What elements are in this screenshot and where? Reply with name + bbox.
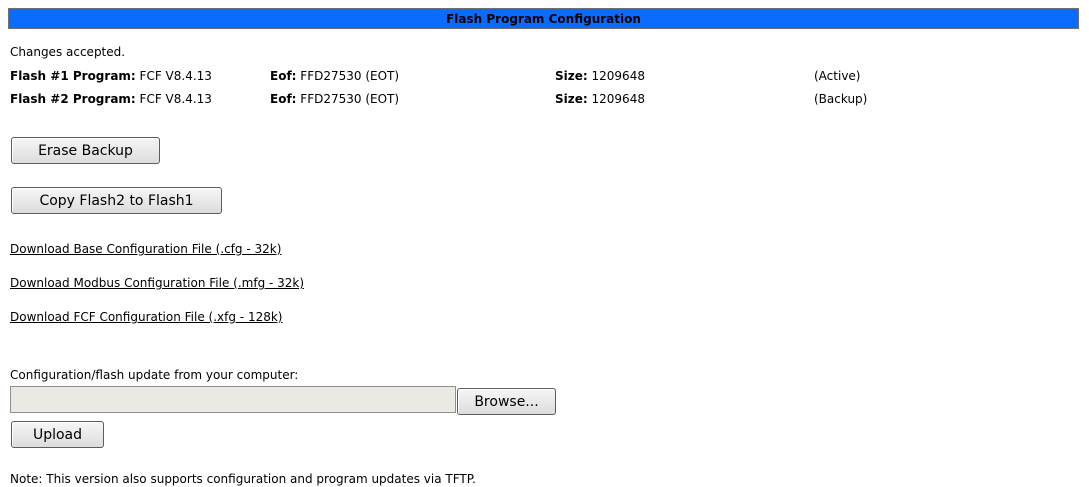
update-label: Configuration/flash update from your com… [10, 368, 299, 382]
flash-row-1: Flash #1 Program: FCF V8.4.13 Eof: FFD27… [10, 69, 1070, 85]
flash-1-eof-value: FFD27530 (EOT) [300, 69, 400, 83]
download-fcf-config-link[interactable]: Download FCF Configuration File (.xfg - … [10, 310, 282, 324]
flash-2-eof: Eof: FFD27530 (EOT) [270, 92, 399, 106]
status-message: Changes accepted. [10, 45, 126, 59]
flash-2-state: (Backup) [814, 92, 868, 106]
tftp-note: Note: This version also supports configu… [10, 472, 476, 486]
flash-2-size: Size: 1209648 [555, 92, 645, 106]
file-path-input[interactable] [10, 386, 456, 413]
flash-2-program: Flash #2 Program: FCF V8.4.13 [10, 92, 212, 106]
browse-button[interactable]: Browse... [457, 388, 556, 415]
flash-2-program-label: Flash #2 Program: [10, 92, 136, 106]
flash-2-eof-value: FFD27530 (EOT) [300, 92, 400, 106]
flash-1-size: Size: 1209648 [555, 69, 645, 83]
flash-row-2: Flash #2 Program: FCF V8.4.13 Eof: FFD27… [10, 92, 1070, 108]
flash-1-program-label: Flash #1 Program: [10, 69, 136, 83]
flash-1-program: Flash #1 Program: FCF V8.4.13 [10, 69, 212, 83]
flash-1-eof-label: Eof: [270, 69, 297, 83]
flash-1-size-label: Size: [555, 69, 588, 83]
flash-2-eof-label: Eof: [270, 92, 297, 106]
upload-button[interactable]: Upload [11, 421, 104, 448]
flash-2-size-value: 1209648 [591, 92, 645, 106]
flash-2-program-value: FCF V8.4.13 [139, 92, 212, 106]
header-bar: Flash Program Configuration [8, 8, 1079, 29]
flash-1-size-value: 1209648 [591, 69, 645, 83]
page-title: Flash Program Configuration [446, 11, 641, 26]
copy-flash-button[interactable]: Copy Flash2 to Flash1 [11, 187, 222, 214]
erase-backup-button[interactable]: Erase Backup [11, 137, 160, 164]
flash-1-state: (Active) [814, 69, 861, 83]
flash-2-size-label: Size: [555, 92, 588, 106]
download-modbus-config-link[interactable]: Download Modbus Configuration File (.mfg… [10, 276, 304, 290]
flash-1-eof: Eof: FFD27530 (EOT) [270, 69, 399, 83]
download-base-config-link[interactable]: Download Base Configuration File (.cfg -… [10, 242, 281, 256]
flash-1-program-value: FCF V8.4.13 [139, 69, 212, 83]
